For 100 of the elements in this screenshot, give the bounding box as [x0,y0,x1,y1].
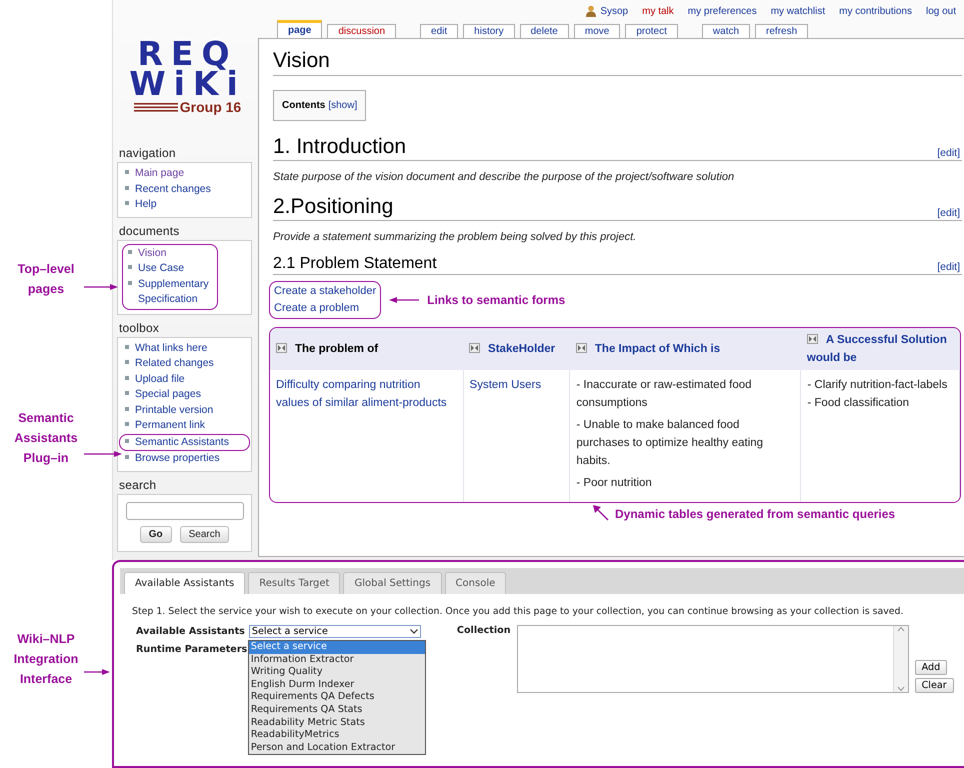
dropdown-option[interactable]: Requirements QA Defects [248,691,425,704]
collection-field[interactable] [516,625,909,693]
sidebar-link[interactable]: Related changes [122,356,247,372]
page-tab[interactable]: history [463,24,515,39]
go-button[interactable]: Go [140,526,172,542]
page-tab[interactable]: page [277,20,322,39]
section-heading: 1. Introduction [273,135,406,159]
user-link[interactable]: Sysop [600,6,628,16]
clear-button[interactable]: Clear [914,678,954,693]
bullet-icon [125,406,129,410]
sidebar-link[interactable]: Permanent link [122,418,247,434]
column-header[interactable]: A Successful Solution would be [800,328,960,370]
sidebar-link[interactable]: Use Case [125,261,215,276]
bullet-icon [125,344,129,348]
dropdown-option[interactable]: Select a service [248,641,425,654]
bullet-icon [125,391,129,395]
annotation-label: Semantic Assistants Plug–in [13,410,79,467]
sort-icon[interactable] [469,343,480,353]
logo-text: REQ [137,39,238,69]
section-heading: 2.Positioning [273,195,394,219]
sidebar-link[interactable]: Printable version [122,402,247,418]
dropdown-option[interactable]: Writing Quality [248,666,425,679]
bullet-icon [128,250,132,254]
bullet-icon [125,360,129,364]
sidebar-link[interactable]: Browse properties [122,451,247,466]
table-cell[interactable]: System Users [463,370,570,502]
page-tab[interactable]: discussion [327,24,396,39]
user-link[interactable]: my contributions [839,6,912,16]
page-tab[interactable]: edit [420,24,458,39]
sort-icon[interactable] [276,343,287,353]
sidebar-link[interactable]: Vision [125,246,215,261]
toc-label: Contents [282,100,326,111]
dropdown-option[interactable]: English Durm Indexer [248,678,425,692]
bullet-icon [128,265,132,269]
bullet-icon [125,201,129,205]
page-tab[interactable]: move [574,24,620,39]
panel-tab[interactable]: Console [444,572,506,594]
add-button[interactable]: Add [914,660,948,675]
bullet-icon [128,280,132,284]
edit-link[interactable]: [edit] [937,207,960,219]
sidebar-link[interactable]: What links here [122,340,247,356]
page-tab[interactable]: refresh [755,24,808,39]
sidebar-link[interactable]: Upload file [122,372,247,387]
field-label: Available Assistants [136,626,245,637]
scrollbar[interactable] [892,626,908,692]
search-field[interactable] [126,502,244,520]
sidebar-link[interactable]: Semantic Assistants [119,434,250,451]
edit-link[interactable]: [edit] [937,147,960,159]
sidebar-link[interactable]: Supplementary Specification [125,276,215,308]
section-text: Provide a statement summarizing the problem being solved by this project. [273,231,638,243]
sidebar-heading: navigation [118,145,177,162]
form-link[interactable]: Create a problem [274,300,376,317]
annotation-label: Links to semantic forms [427,293,566,307]
bullet-icon [125,376,129,380]
scroll-up-icon[interactable] [896,626,905,632]
column-header[interactable]: The problem of [270,328,464,370]
sidebar-heading: documents [118,222,180,240]
dropdown-option[interactable]: Requirements QA Stats [248,704,425,717]
pointer-arrow [593,505,609,521]
annotation-label: Wiki–NLP Integration Interface [12,631,80,688]
form-link[interactable]: Create a stakeholder [274,283,376,300]
page-title: Vision [273,49,962,76]
column-header[interactable]: The Impact of Which is [570,328,801,370]
scroll-down-icon[interactable] [896,686,905,692]
page-tab[interactable]: delete [520,24,569,39]
field-label: Runtime Parameters [136,644,248,655]
sidebar-link[interactable]: Main page [122,166,247,182]
user-link[interactable]: my watchlist [770,6,826,16]
table-cell[interactable]: Difficulty comparing nutrition values of similar aliment-products [270,370,464,502]
instruction-text: Step 1. Select the service your wish to execute on your collection. Once you add this page to your collection, you can continue browsing as your collection is saved. [131,605,904,619]
user-icon [585,5,598,17]
page-tab[interactable]: watch [702,24,750,39]
user-link[interactable]: my preferences [688,6,757,16]
user-link[interactable]: log out [926,6,956,16]
user-link[interactable]: my talk [642,6,674,16]
panel-tab[interactable]: Global Settings [343,572,442,594]
panel-tab[interactable]: Results Target [248,572,340,594]
search-button[interactable]: Search [180,526,230,542]
dropdown-option[interactable]: Readability Metric Stats [248,716,425,730]
dropdown-option[interactable]: Person and Location Extractor [248,742,425,754]
sidebar-link[interactable]: Special pages [122,387,247,402]
toc-toggle[interactable]: [show] [328,100,358,111]
dropdown-option[interactable]: ReadabilityMetrics [248,729,425,742]
section-text: State purpose of the vision document and describe the purpose of the project/software solution [273,171,736,183]
pointer-arrow [84,283,118,291]
sidebar-link[interactable]: Recent changes [122,182,247,197]
column-header[interactable]: StakeHolder [463,328,570,370]
sort-icon[interactable] [806,334,818,344]
bullet-icon [125,438,129,442]
edit-link[interactable]: [edit] [937,261,960,273]
bullet-icon [125,422,129,426]
bullet-icon [125,186,129,190]
bullet-icon [125,455,129,459]
sidebar-link[interactable]: Help [122,197,247,212]
logo-subtitle: Group 16 [180,99,242,115]
dropdown-option[interactable]: Information Extractor [248,654,425,666]
page-tab[interactable]: protect [625,24,678,39]
panel-tab[interactable]: Available Assistants [124,572,246,594]
caret-icon [410,629,418,634]
sort-icon[interactable] [576,343,587,353]
